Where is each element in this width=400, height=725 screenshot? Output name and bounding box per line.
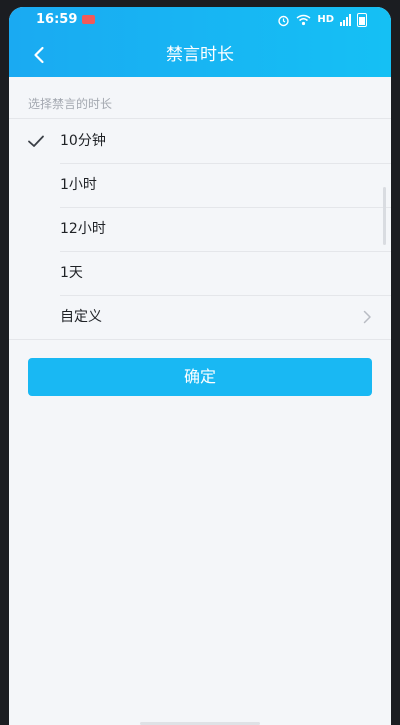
option-1-day[interactable]: 1天 (9, 251, 391, 295)
option-1-hour[interactable]: 1小时 (9, 163, 391, 207)
option-10-minutes[interactable]: 10分钟 (9, 119, 391, 163)
option-12-hours[interactable]: 12小时 (9, 207, 391, 251)
network-type-label: HD (317, 14, 334, 25)
section-label: 选择禁言的时长 (28, 97, 113, 111)
page-title: 禁言时长 (166, 45, 234, 65)
scrollbar[interactable] (383, 187, 386, 245)
header: 16:59 HD 禁言时长 (9, 7, 391, 77)
screen-record-icon (82, 15, 95, 24)
status-time: 16:59 (36, 12, 78, 27)
option-label: 1天 (60, 265, 83, 281)
confirm-button[interactable]: 确定 (28, 358, 372, 396)
check-icon (28, 135, 44, 147)
option-label: 10分钟 (60, 133, 106, 149)
wifi-icon (296, 14, 311, 26)
status-icons: HD (277, 7, 367, 33)
option-custom[interactable]: 自定义 (9, 295, 391, 339)
duration-options-list: 10分钟 1小时 12小时 1天 自定义 (9, 118, 391, 340)
option-label: 12小时 (60, 221, 106, 237)
signal-icon (340, 14, 351, 26)
option-label: 1小时 (60, 177, 97, 193)
option-label: 自定义 (60, 309, 102, 325)
status-bar: 16:59 HD (9, 7, 391, 33)
alarm-icon (278, 15, 290, 26)
chevron-right-icon (363, 310, 371, 324)
phone-screen: 16:59 HD 禁言时长 选择禁言的时长 10分钟 1小时 12小时 1天 自… (9, 7, 391, 725)
nav-bar: 禁言时长 (9, 33, 391, 77)
battery-icon (357, 13, 367, 27)
